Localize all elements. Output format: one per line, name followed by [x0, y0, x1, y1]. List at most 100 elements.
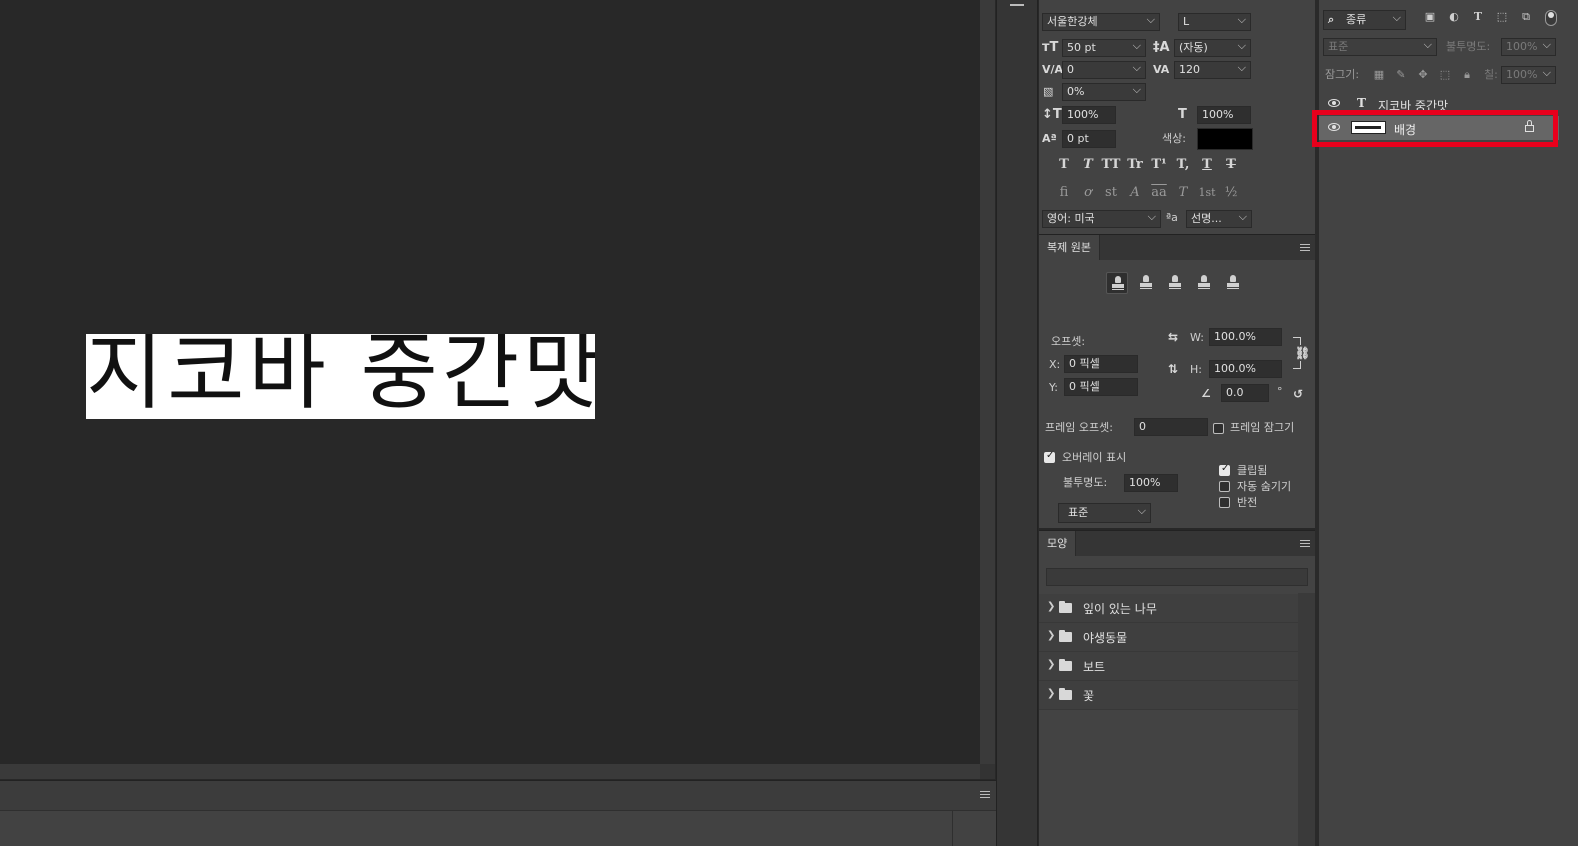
shapes-menu-icon[interactable] — [1300, 540, 1310, 547]
lock-all-icon[interactable]: 🔒︎ — [1460, 68, 1474, 82]
language-dropdown[interactable]: 영어: 미국 — [1042, 210, 1161, 228]
titling-alternates-button[interactable]: T — [1172, 184, 1194, 202]
clone-source-2-button[interactable] — [1135, 272, 1157, 294]
type-filter-icon[interactable]: T — [1471, 10, 1485, 24]
all-caps-button[interactable]: TT — [1100, 156, 1122, 174]
tab-shapes[interactable]: 모양 — [1039, 531, 1077, 556]
smart-object-filter-icon[interactable]: ⧉ — [1519, 10, 1533, 24]
text-color-swatch[interactable] — [1197, 128, 1253, 150]
offset-y-field[interactable]: 0 픽셀 — [1064, 378, 1138, 396]
chevron-right-icon[interactable]: ❯ — [1047, 659, 1055, 670]
canvas-vertical-scrollbar[interactable] — [980, 0, 995, 764]
chevron-right-icon[interactable]: ❯ — [1047, 630, 1055, 641]
shape-group-row[interactable]: ❯ 잎이 있는 나무 — [1039, 594, 1298, 623]
kerning-field[interactable]: 0 — [1062, 61, 1146, 79]
overlay-opacity-label: 불투명도: — [1063, 476, 1108, 489]
shape-group-name: 꽃 — [1083, 689, 1095, 703]
flip-vertical-icon[interactable]: ⇅ — [1168, 361, 1178, 377]
filter-toggle[interactable] — [1545, 10, 1557, 26]
tsume-field[interactable]: 0% — [1062, 83, 1146, 101]
fill-label: 칠: — [1484, 68, 1498, 81]
fractions-button[interactable]: ½ — [1220, 184, 1242, 202]
auto-hide-checkbox[interactable] — [1219, 481, 1230, 492]
width-scale-field[interactable]: 100.0% — [1209, 328, 1282, 346]
baseline-shift-icon: Aª — [1042, 132, 1057, 145]
strikethrough-button[interactable]: T — [1220, 156, 1242, 174]
shape-group-row[interactable]: ❯ 야생동물 — [1039, 623, 1298, 652]
overlay-blend-mode-dropdown[interactable]: 표준 — [1058, 503, 1151, 523]
document-image[interactable]: 지코바 중간맛 — [86, 334, 595, 419]
vertical-scale-field[interactable]: 100% — [1062, 106, 1116, 124]
eye-icon[interactable] — [1328, 99, 1340, 107]
chevron-right-icon[interactable]: ❯ — [1047, 601, 1055, 612]
discretionary-ligatures-button[interactable]: ơ — [1077, 184, 1099, 202]
font-style-dropdown[interactable]: L — [1178, 13, 1251, 31]
x-label: X: — [1049, 358, 1061, 371]
leading-field[interactable]: (자동) — [1174, 39, 1251, 57]
shapes-search-input[interactable] — [1046, 568, 1308, 586]
antialias-icon: ªa — [1166, 211, 1178, 224]
frame-lock-checkbox[interactable] — [1213, 423, 1224, 434]
subscript-button[interactable]: T, — [1172, 156, 1194, 174]
layer-fill-field[interactable]: 100% — [1501, 66, 1556, 84]
faux-italic-button[interactable]: T — [1077, 156, 1099, 174]
ligatures-button[interactable]: fi — [1053, 184, 1075, 202]
lock-image-pixels-icon[interactable]: ✎ — [1394, 68, 1408, 82]
invert-label: 반전 — [1237, 496, 1258, 509]
frame-offset-field[interactable]: 0 — [1134, 418, 1208, 436]
lock-transparent-pixels-icon[interactable]: ▦ — [1372, 68, 1386, 82]
shape-filter-icon[interactable]: ⬚ — [1495, 10, 1509, 24]
superscript-button[interactable]: T¹ — [1148, 156, 1170, 174]
small-caps-button[interactable]: Tr — [1124, 156, 1146, 174]
red-highlight-box — [1312, 110, 1558, 147]
layer-blend-mode-dropdown[interactable]: 표준 — [1323, 38, 1437, 56]
height-scale-field[interactable]: 100.0% — [1209, 360, 1282, 378]
image-filter-icon[interactable]: ▣ — [1423, 10, 1437, 24]
chevron-right-icon[interactable]: ❯ — [1047, 688, 1055, 699]
rotation-angle-field[interactable]: 0.0 — [1221, 384, 1269, 402]
font-family-dropdown[interactable]: 서울한강체 — [1042, 13, 1160, 31]
tracking-icon: VA — [1153, 63, 1170, 76]
faux-bold-button[interactable]: T — [1053, 156, 1075, 174]
shape-group-row[interactable]: ❯ 꽃 — [1039, 681, 1298, 710]
swash-button[interactable]: A — [1124, 184, 1146, 202]
invert-checkbox[interactable] — [1219, 497, 1230, 508]
stylistic-alternates-button[interactable]: aa — [1148, 184, 1170, 202]
h-label: H: — [1190, 363, 1202, 376]
flip-horizontal-icon[interactable]: ⇆ — [1168, 329, 1178, 345]
horizontal-scale-field[interactable]: 100% — [1197, 106, 1251, 124]
panel-strip-button[interactable] — [1010, 0, 1024, 6]
underline-button[interactable]: T — [1196, 156, 1218, 174]
search-icon: ⌕ — [1328, 13, 1335, 26]
shape-group-row[interactable]: ❯ 보트 — [1039, 652, 1298, 681]
baseline-shift-field[interactable]: 0 pt — [1062, 130, 1116, 148]
clone-source-3-button[interactable] — [1164, 272, 1186, 294]
ordinals-button[interactable]: 1st — [1196, 184, 1218, 202]
overlay-opacity-field[interactable]: 100% — [1124, 474, 1178, 492]
bottom-panel-menu-icon[interactable] — [980, 791, 990, 798]
offset-x-field[interactable]: 0 픽셀 — [1064, 355, 1138, 373]
tab-clone-source[interactable]: 복제 원본 — [1039, 235, 1100, 260]
adjustment-filter-icon[interactable]: ◐ — [1447, 10, 1461, 24]
frame-lock-label: 프레임 잠그기 — [1230, 421, 1295, 434]
layer-opacity-field[interactable]: 100% — [1501, 38, 1556, 56]
lock-artboard-icon[interactable]: ⬚ — [1438, 68, 1452, 82]
clone-source-4-button[interactable] — [1193, 272, 1215, 294]
old-style-button[interactable]: st — [1100, 184, 1122, 202]
lock-position-icon[interactable]: ✥ — [1416, 68, 1430, 82]
shapes-scrollbar[interactable] — [1298, 593, 1315, 846]
layer-filter-kind-dropdown[interactable]: 종류 — [1323, 10, 1406, 30]
clone-source-5-button[interactable] — [1222, 272, 1244, 294]
canvas-horizontal-scrollbar[interactable] — [0, 764, 980, 779]
clone-source-menu-icon[interactable] — [1300, 244, 1310, 251]
clipped-checkbox[interactable] — [1219, 463, 1230, 476]
antialias-dropdown[interactable]: 선명... — [1186, 210, 1252, 228]
scrollbar-corner — [980, 764, 995, 779]
tracking-field[interactable]: 120 — [1174, 61, 1251, 79]
link-icon[interactable]: ⛓ — [1295, 345, 1311, 361]
reset-transform-icon[interactable]: ↺ — [1293, 386, 1303, 402]
clone-source-1-button[interactable] — [1106, 272, 1128, 294]
show-overlay-checkbox[interactable] — [1044, 450, 1055, 463]
show-overlay-label: 오버레이 표시 — [1062, 451, 1127, 464]
font-size-field[interactable]: 50 pt — [1062, 39, 1146, 57]
